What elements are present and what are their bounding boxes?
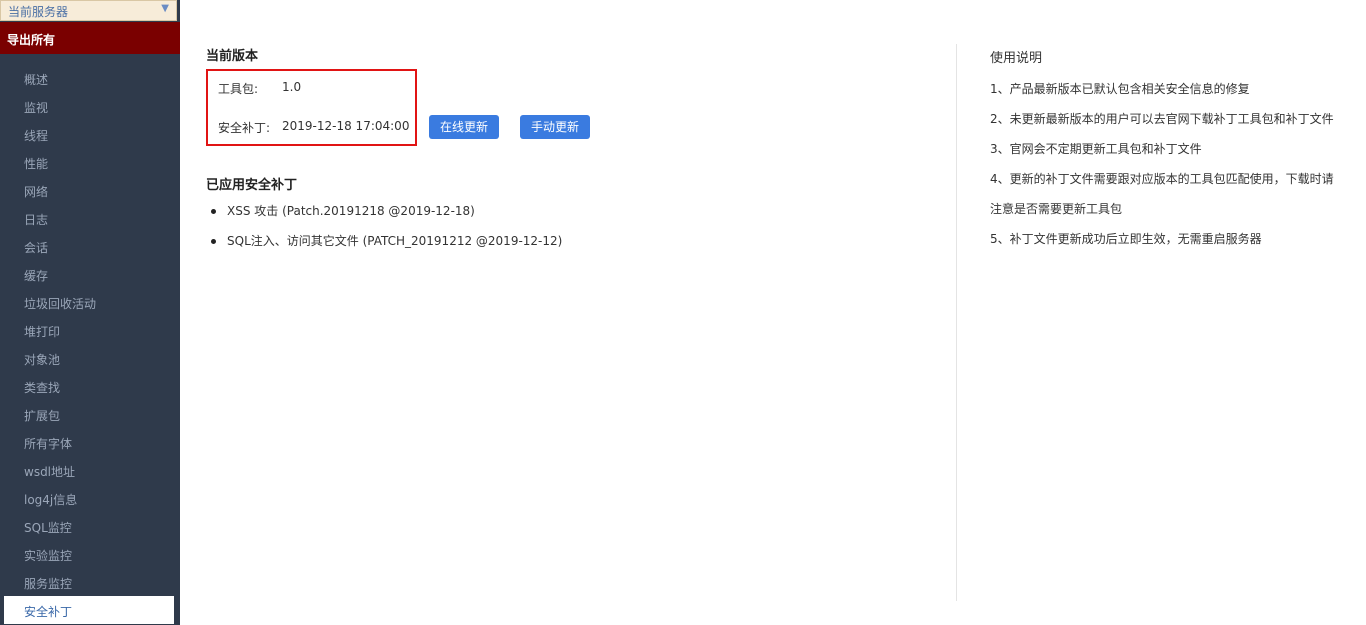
toolkit-value: 1.0 [282, 80, 302, 94]
sidebar-item-sessions[interactable]: 会话 [0, 232, 180, 260]
sidebar-item-logs[interactable]: 日志 [0, 204, 180, 232]
toolkit-label: 工具包: [218, 82, 259, 96]
help-item: 2、未更新最新版本的用户可以去官网下载补丁工具包和补丁文件 [990, 112, 1334, 126]
patch-value: 2019-12-18 17:04:00 [282, 119, 410, 133]
export-all-button[interactable]: 导出所有 [0, 22, 180, 54]
help-item: 5、补丁文件更新成功后立即生效，无需重启服务器 [990, 232, 1262, 246]
sidebar-item-network[interactable]: 网络 [0, 176, 180, 204]
sidebar-item-sql-monitor[interactable]: SQL监控 [0, 512, 180, 540]
current-version-title: 当前版本 [206, 49, 259, 64]
sidebar-item-monitor[interactable]: 监视 [0, 92, 180, 120]
sidebar-item-threads[interactable]: 线程 [0, 120, 180, 148]
chevron-down-icon[interactable]: ▼ [161, 3, 169, 14]
sidebar-item-log4j[interactable]: log4j信息 [0, 484, 180, 512]
sidebar-item-security-patch[interactable]: 安全补丁 [4, 596, 174, 624]
sidebar-item-class-lookup[interactable]: 类查找 [0, 372, 180, 400]
sidebar-item-fonts[interactable]: 所有字体 [0, 428, 180, 456]
applied-patches-title: 已应用安全补丁 [206, 178, 298, 193]
help-item: 4、更新的补丁文件需要跟对应版本的工具包匹配使用，下载时请 [990, 172, 1334, 186]
sidebar-menu: 概述 监视 线程 性能 网络 日志 会话 缓存 垃圾回收活动 堆打印 对象池 类… [0, 64, 180, 624]
online-update-button[interactable]: 在线更新 [429, 115, 500, 139]
help-title: 使用说明 [990, 51, 1043, 66]
sidebar-item-overview[interactable]: 概述 [0, 64, 180, 92]
sidebar-item-extensions[interactable]: 扩展包 [0, 400, 180, 428]
help-list: 1、产品最新版本已默认包含相关安全信息的修复 2、未更新最新版本的用户可以去官网… [990, 74, 1340, 254]
server-select-label: 当前服务器 [8, 5, 69, 19]
sidebar-item-gc-activity[interactable]: 垃圾回收活动 [0, 288, 180, 316]
help-item: 1、产品最新版本已默认包含相关安全信息的修复 [990, 82, 1250, 96]
applied-patches-list: XSS 攻击 (Patch.20191218 @2019-12-18) SQL注… [208, 201, 562, 261]
help-item: 3、官网会不定期更新工具包和补丁文件 [990, 142, 1202, 156]
list-item: SQL注入、访问其它文件 (PATCH_20191212 @2019-12-12… [208, 231, 562, 261]
server-select[interactable]: 当前服务器 ▼ [0, 0, 177, 21]
sidebar-item-performance[interactable]: 性能 [0, 148, 180, 176]
sidebar-item-lab-monitor[interactable]: 实验监控 [0, 540, 180, 568]
divider [956, 44, 957, 601]
sidebar-item-service-monitor[interactable]: 服务监控 [0, 568, 180, 596]
sidebar-item-wsdl[interactable]: wsdl地址 [0, 456, 180, 484]
help-item: 注意是否需要更新工具包 [990, 202, 1123, 216]
list-item: XSS 攻击 (Patch.20191218 @2019-12-18) [208, 201, 562, 231]
sidebar: 当前服务器 ▼ 导出所有 概述 监视 线程 性能 网络 日志 会话 缓存 垃圾回… [0, 0, 180, 625]
manual-update-button[interactable]: 手动更新 [520, 115, 591, 139]
sidebar-item-heap-dump[interactable]: 堆打印 [0, 316, 180, 344]
sidebar-item-object-pool[interactable]: 对象池 [0, 344, 180, 372]
sidebar-item-cache[interactable]: 缓存 [0, 260, 180, 288]
patch-label: 安全补丁: [218, 121, 271, 135]
